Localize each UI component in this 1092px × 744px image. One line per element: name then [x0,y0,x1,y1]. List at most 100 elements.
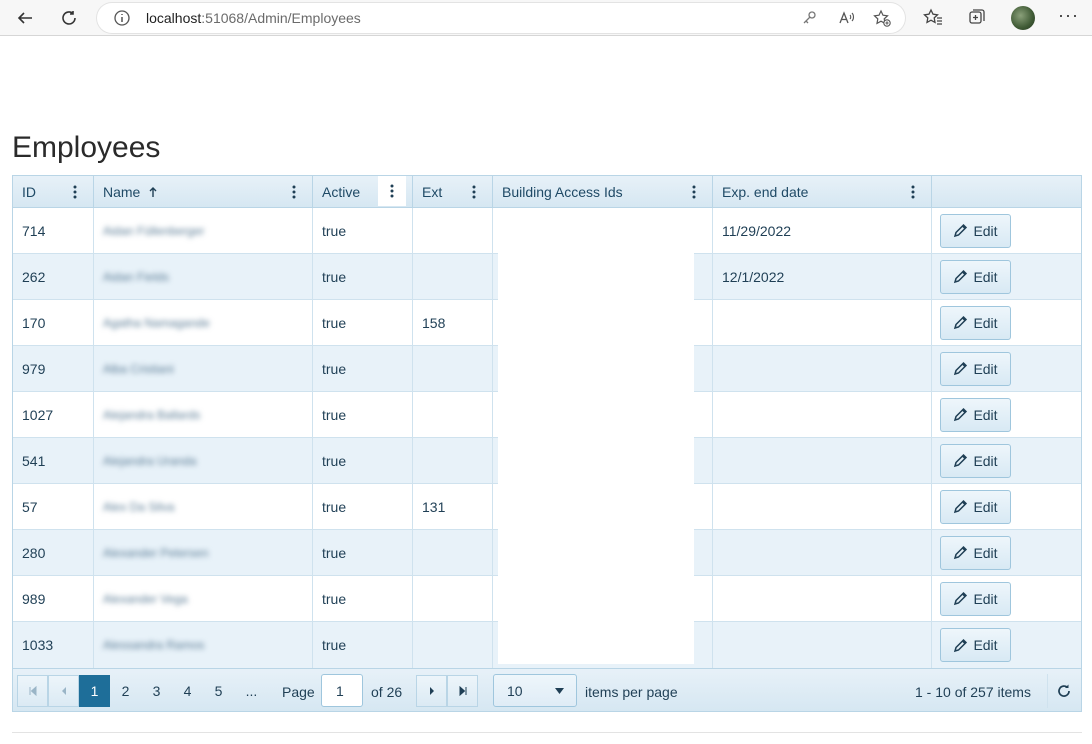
pencil-icon [954,545,968,560]
collections-icon[interactable] [967,7,987,27]
page-number[interactable]: 3 [141,675,172,707]
favorites-icon[interactable] [923,7,943,27]
cell-name: Aidan Füllenberger [94,208,313,253]
cell-name: Aidan Fields [94,254,313,299]
pencil-icon [954,315,968,330]
pencil-icon [954,361,968,376]
pencil-icon [954,638,968,652]
cell-exp [713,576,932,621]
last-page-button[interactable] [447,675,478,707]
items-summary: 1 - 10 of 257 items [915,684,1031,700]
add-favorite-icon[interactable] [873,9,891,27]
edit-button[interactable]: Edit [940,397,1011,432]
page-label: Page [282,684,315,700]
edit-button[interactable]: Edit [940,351,1011,386]
employees-grid: ID Name Active Ext Building Access Ids E… [12,175,1082,712]
grid-header: ID Name Active Ext Building Access Ids E… [13,176,1081,208]
arrow-left-icon [17,12,32,24]
profile-avatar[interactable] [1011,6,1035,30]
sort-ascending-icon [149,186,157,197]
cell-id: 541 [13,438,94,483]
cell-ext [413,622,493,668]
column-header-building-access-ids[interactable]: Building Access Ids [493,176,713,207]
cell-active: true [313,346,413,391]
cell-ext [413,346,493,391]
browser-toolbar: localhost:51068/Admin/Employees ··· [0,0,1092,36]
edit-button[interactable]: Edit [940,628,1011,662]
column-header-id[interactable]: ID [13,176,94,207]
reload-icon [62,11,76,25]
cell-ext: 131 [413,484,493,529]
cell-active: true [313,300,413,345]
cell-ext [413,530,493,575]
edit-button[interactable]: Edit [940,535,1011,570]
cell-id: 280 [13,530,94,575]
cell-exp [713,346,932,391]
edit-button[interactable]: Edit [940,443,1011,478]
column-menu-icon[interactable] [903,181,923,203]
back-button[interactable] [9,2,41,34]
page-input[interactable]: 1 [321,674,363,707]
cell-exp [713,300,932,345]
info-icon[interactable] [113,9,131,27]
cell-active: true [313,254,413,299]
read-aloud-icon[interactable] [838,9,856,27]
cell-active: true [313,438,413,483]
cell-ext: 158 [413,300,493,345]
cell-name: Alejandra Ballards [94,392,313,437]
cell-id: 1033 [13,622,94,668]
cell-ext [413,438,493,483]
column-header-exp-end-date[interactable]: Exp. end date [713,176,932,207]
page-number[interactable]: 4 [172,675,203,707]
column-menu-icon[interactable] [284,181,304,203]
edit-button[interactable]: Edit [940,489,1011,524]
cell-id: 57 [13,484,94,529]
edit-button[interactable]: Edit [940,581,1011,616]
cell-exp [713,438,932,483]
cell-ext [413,392,493,437]
next-page-button[interactable] [416,675,447,707]
cell-id: 262 [13,254,94,299]
cell-exp: 12/1/2022 [713,254,932,299]
key-icon[interactable] [800,9,818,27]
page-size-select[interactable]: 10 [493,674,577,707]
page-number[interactable]: 2 [110,675,141,707]
more-menu-icon[interactable]: ··· [1058,5,1078,26]
cell-active: true [313,576,413,621]
refresh-grid-button[interactable] [1047,674,1080,708]
column-menu-icon[interactable] [378,176,406,206]
column-menu-icon[interactable] [65,181,85,203]
page-number[interactable]: 1 [79,675,110,707]
refresh-page-button[interactable] [53,2,85,34]
cell-ext [413,576,493,621]
column-header-ext[interactable]: Ext [413,176,493,207]
column-menu-icon[interactable] [684,181,704,203]
page-number[interactable]: 5 [203,675,234,707]
previous-page-button[interactable] [48,675,79,707]
pencil-icon [954,223,968,238]
cell-name: Alba Cristiani [94,346,313,391]
cell-name: Alexander Petersen [94,530,313,575]
footer-divider [12,732,1082,733]
column-header-actions [932,176,1081,207]
edit-button[interactable]: Edit [940,259,1011,294]
more-pages[interactable]: ... [236,675,267,707]
refresh-icon [1058,684,1070,697]
edit-button[interactable]: Edit [940,305,1011,340]
cell-active: true [313,208,413,253]
edit-button[interactable]: Edit [940,213,1011,248]
pencil-icon [954,591,968,606]
column-menu-icon[interactable] [464,181,484,203]
redaction-overlay [498,208,694,664]
column-header-active[interactable]: Active [313,176,413,207]
cell-exp [713,622,932,668]
address-bar[interactable]: localhost:51068/Admin/Employees [97,3,905,33]
column-header-name[interactable]: Name [94,176,313,207]
cell-exp [713,484,932,529]
cell-ext [413,254,493,299]
cell-exp: 11/29/2022 [713,208,932,253]
pager: 1 2 3 4 5 ... Page 1 of 26 10 items per … [13,668,1081,711]
cell-ext [413,208,493,253]
cell-id: 989 [13,576,94,621]
first-page-button[interactable] [17,675,48,707]
